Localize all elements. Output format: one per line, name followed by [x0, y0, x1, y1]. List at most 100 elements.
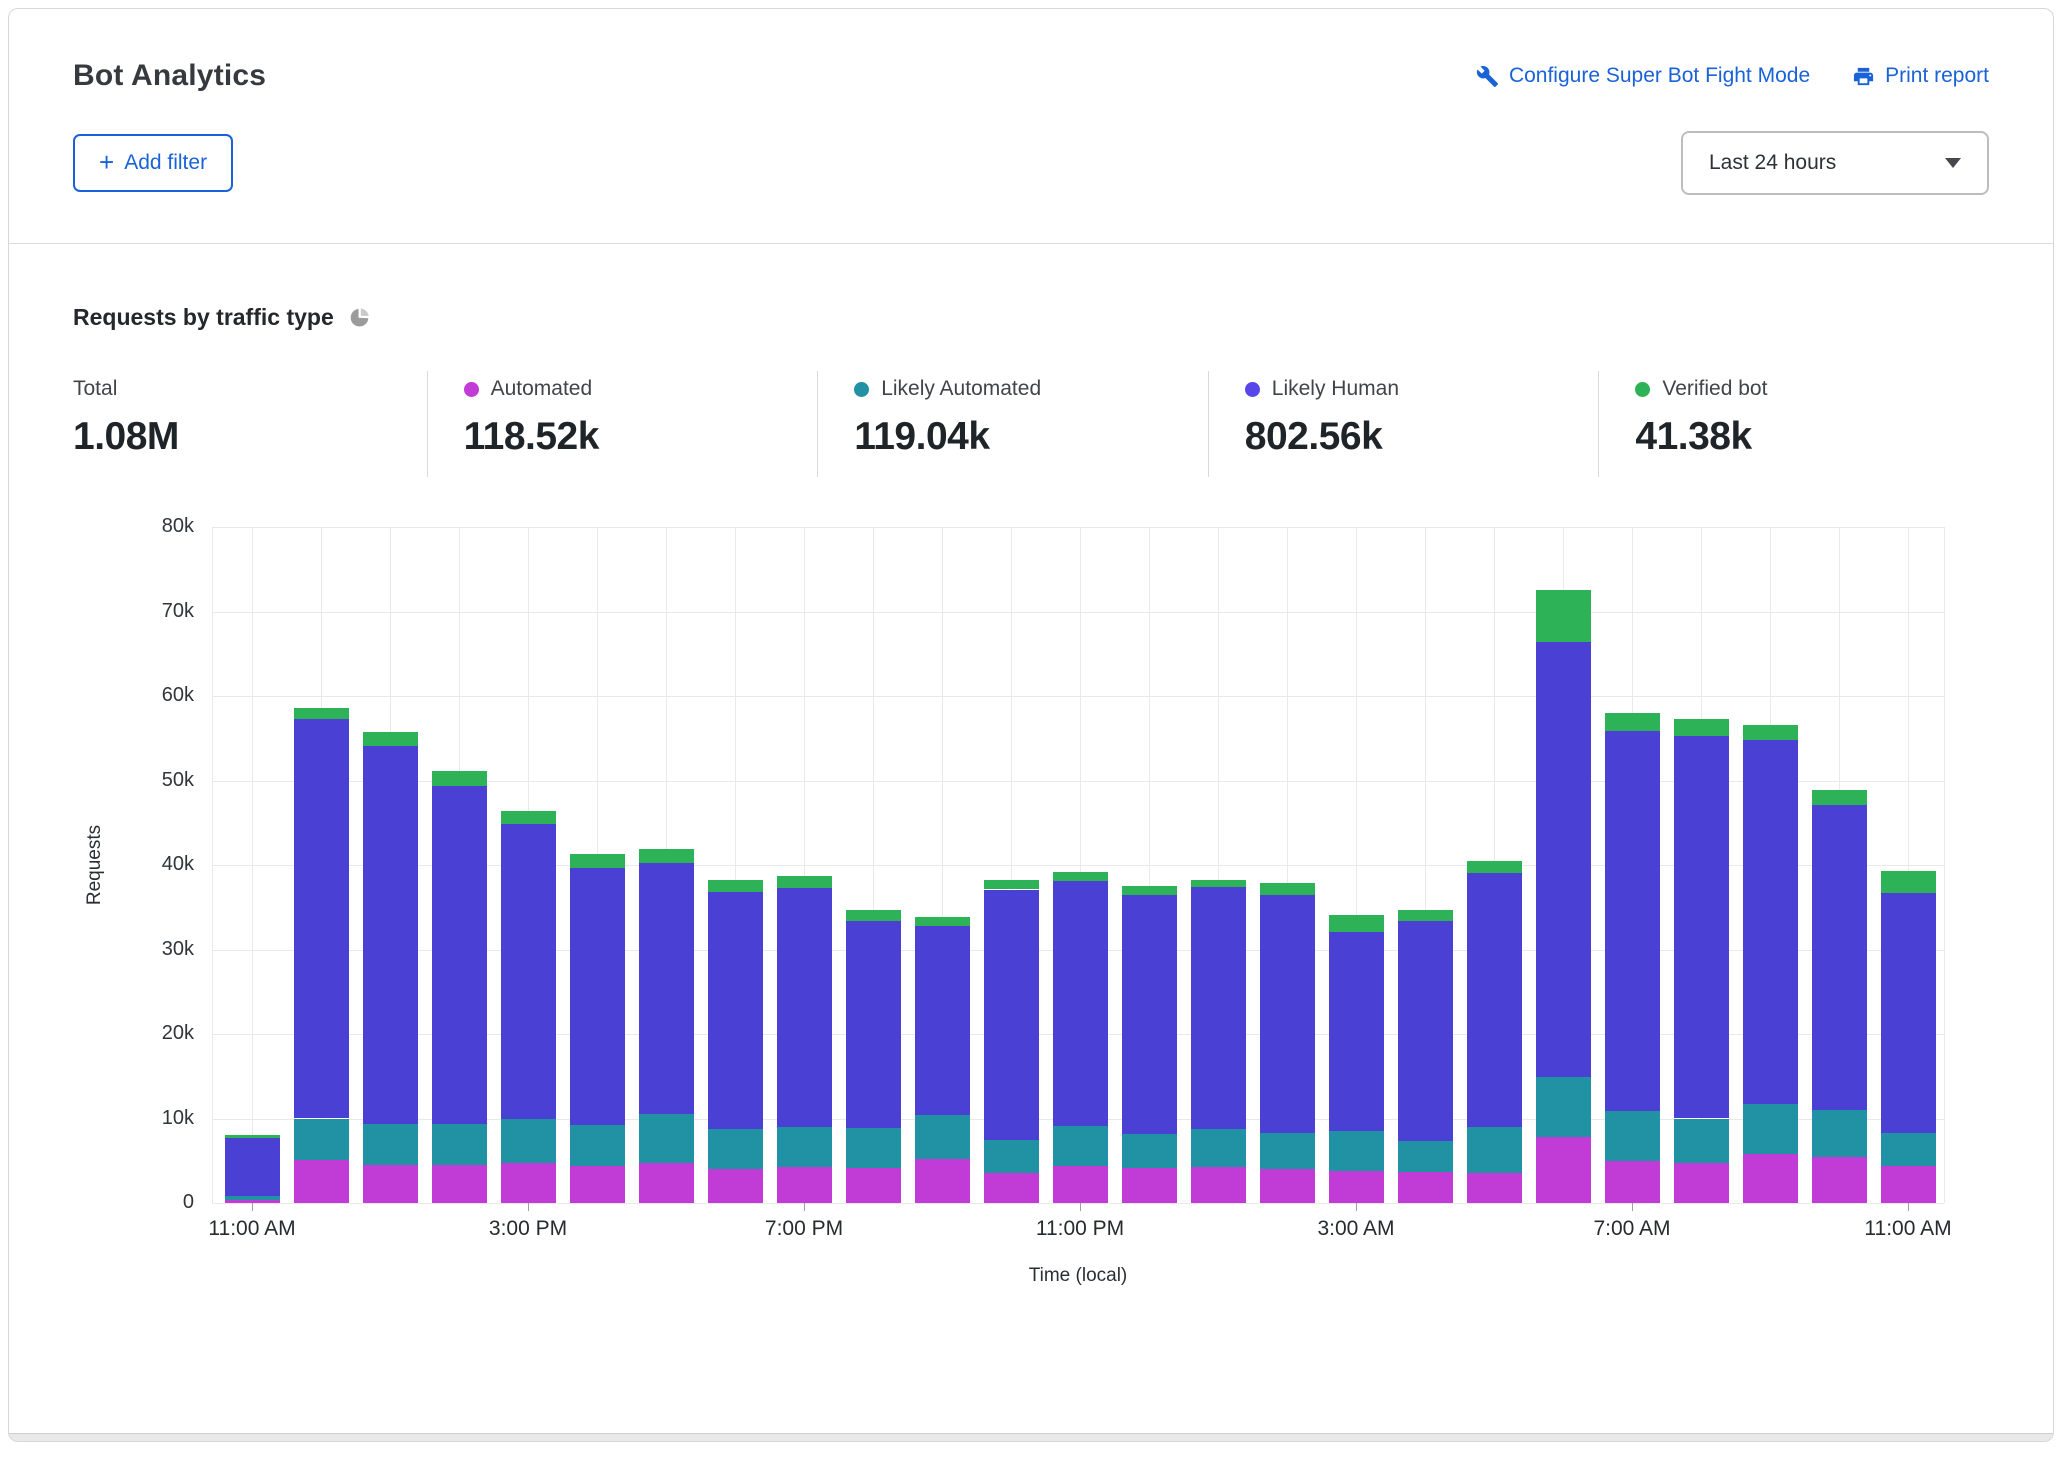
bar-segment-likely-automated — [501, 1119, 556, 1163]
bar-segment-verified-bot — [1674, 719, 1729, 736]
x-tick-mark — [1356, 1203, 1357, 1211]
bar-segment-likely-automated — [1536, 1077, 1591, 1137]
bar-segment-likely-automated — [432, 1124, 487, 1165]
y-tick-label: 60k — [124, 684, 194, 707]
bar-segment-likely-automated — [1122, 1134, 1177, 1168]
bar-segment-likely-automated — [708, 1129, 763, 1169]
configure-link-label: Configure Super Bot Fight Mode — [1509, 64, 1810, 88]
bar-segment-automated — [363, 1165, 418, 1203]
bar-segment-likely-human — [294, 719, 349, 1119]
bar-segment-automated — [1260, 1169, 1315, 1203]
wrench-icon — [1476, 65, 1499, 88]
bar-segment-automated — [846, 1168, 901, 1203]
gridline — [212, 612, 1944, 613]
stat-automated-value: 118.52k — [464, 415, 818, 459]
time-range-value: Last 24 hours — [1709, 151, 1836, 175]
x-tick-label: 7:00 AM — [1593, 1217, 1670, 1241]
section-title: Requests by traffic type — [73, 304, 334, 331]
printer-icon — [1852, 65, 1875, 88]
bar-segment-automated — [1053, 1166, 1108, 1203]
stat-automated-label: Automated — [491, 377, 593, 401]
x-tick-mark — [1632, 1203, 1633, 1211]
bar-segment-verified-bot — [1536, 590, 1591, 642]
bar-segment-likely-human — [1812, 805, 1867, 1110]
page-title: Bot Analytics — [73, 59, 266, 93]
bar-segment-verified-bot — [501, 811, 556, 824]
bar-segment-likely-human — [225, 1138, 280, 1196]
bar-segment-likely-automated — [1881, 1133, 1936, 1166]
bar-segment-verified-bot — [1605, 713, 1660, 731]
stat-total: Total 1.08M — [73, 371, 427, 477]
bar-segment-likely-automated — [363, 1124, 418, 1165]
stat-total-label: Total — [73, 377, 117, 401]
gridline — [212, 527, 1944, 528]
stat-likely-human-label: Likely Human — [1272, 377, 1399, 401]
bar-segment-verified-bot — [1053, 872, 1108, 881]
gridline — [212, 1203, 1944, 1204]
bar-segment-likely-automated — [1674, 1119, 1729, 1164]
y-tick-label: 80k — [124, 515, 194, 538]
bar-segment-automated — [432, 1165, 487, 1203]
bar-segment-likely-automated — [570, 1125, 625, 1166]
y-tick-label: 70k — [124, 600, 194, 623]
add-filter-button[interactable]: + Add filter — [73, 134, 233, 192]
time-range-select[interactable]: Last 24 hours — [1681, 131, 1989, 195]
bar-segment-likely-automated — [1398, 1141, 1453, 1171]
y-tick-label: 40k — [124, 853, 194, 876]
print-report-link[interactable]: Print report — [1852, 64, 1989, 88]
bar-segment-likely-human — [984, 890, 1039, 1140]
bar-segment-automated — [1812, 1157, 1867, 1203]
y-tick-label: 50k — [124, 769, 194, 792]
bot-analytics-card: Bot Analytics Configure Super Bot Fight … — [8, 8, 2054, 1442]
x-tick-label: 11:00 AM — [208, 1217, 295, 1241]
bar-segment-likely-automated — [294, 1119, 349, 1160]
bar-segment-automated — [777, 1167, 832, 1203]
x-tick-mark — [804, 1203, 805, 1211]
bar-segment-likely-automated — [225, 1196, 280, 1200]
bar-segment-verified-bot — [639, 849, 694, 863]
bar-segment-automated — [1536, 1137, 1591, 1203]
bar-segment-verified-bot — [363, 732, 418, 746]
y-tick-label: 0 — [124, 1191, 194, 1214]
stat-likely-automated-label: Likely Automated — [881, 377, 1041, 401]
bar-segment-verified-bot — [225, 1135, 280, 1138]
bar-segment-likely-human — [777, 888, 832, 1127]
bar-segment-likely-automated — [1743, 1104, 1798, 1154]
bar-segment-verified-bot — [984, 880, 1039, 889]
bar-segment-automated — [1605, 1161, 1660, 1203]
x-tick-label: 7:00 PM — [765, 1217, 843, 1241]
bar-segment-likely-human — [1674, 736, 1729, 1119]
bar-segment-verified-bot — [432, 771, 487, 786]
bar-segment-likely-human — [1605, 731, 1660, 1111]
bar-segment-likely-human — [1467, 873, 1522, 1127]
requests-chart: Requests Time (local) 010k20k30k40k50k60… — [9, 481, 2053, 1311]
bar-segment-likely-automated — [1605, 1111, 1660, 1161]
bar-segment-likely-human — [1122, 895, 1177, 1133]
bar-segment-likely-automated — [777, 1127, 832, 1167]
bar-segment-verified-bot — [915, 917, 970, 925]
gridline — [1944, 527, 1945, 1203]
bar-segment-likely-human — [708, 892, 763, 1129]
bar-segment-verified-bot — [1398, 910, 1453, 921]
x-tick-mark — [1080, 1203, 1081, 1211]
bar-segment-likely-human — [1536, 642, 1591, 1077]
bar-segment-verified-bot — [1467, 861, 1522, 873]
stat-likely-automated: Likely Automated 119.04k — [817, 371, 1208, 477]
bar-segment-verified-bot — [1122, 886, 1177, 895]
bar-segment-automated — [984, 1173, 1039, 1203]
header-links: Configure Super Bot Fight Mode Print rep… — [1476, 64, 1989, 88]
chevron-down-icon — [1945, 158, 1961, 168]
bar-segment-verified-bot — [1329, 915, 1384, 932]
y-axis-title: Requests — [84, 825, 106, 905]
x-tick-mark — [252, 1203, 253, 1211]
bar-segment-verified-bot — [294, 708, 349, 719]
x-tick-mark — [528, 1203, 529, 1211]
configure-super-bot-fight-mode-link[interactable]: Configure Super Bot Fight Mode — [1476, 64, 1810, 88]
plus-icon: + — [99, 149, 114, 175]
bar-segment-verified-bot — [1812, 790, 1867, 805]
bar-segment-likely-human — [432, 786, 487, 1124]
bar-segment-verified-bot — [1743, 725, 1798, 740]
bar-segment-automated — [501, 1163, 556, 1203]
bar-segment-likely-automated — [1053, 1126, 1108, 1166]
bar-segment-automated — [1467, 1173, 1522, 1203]
